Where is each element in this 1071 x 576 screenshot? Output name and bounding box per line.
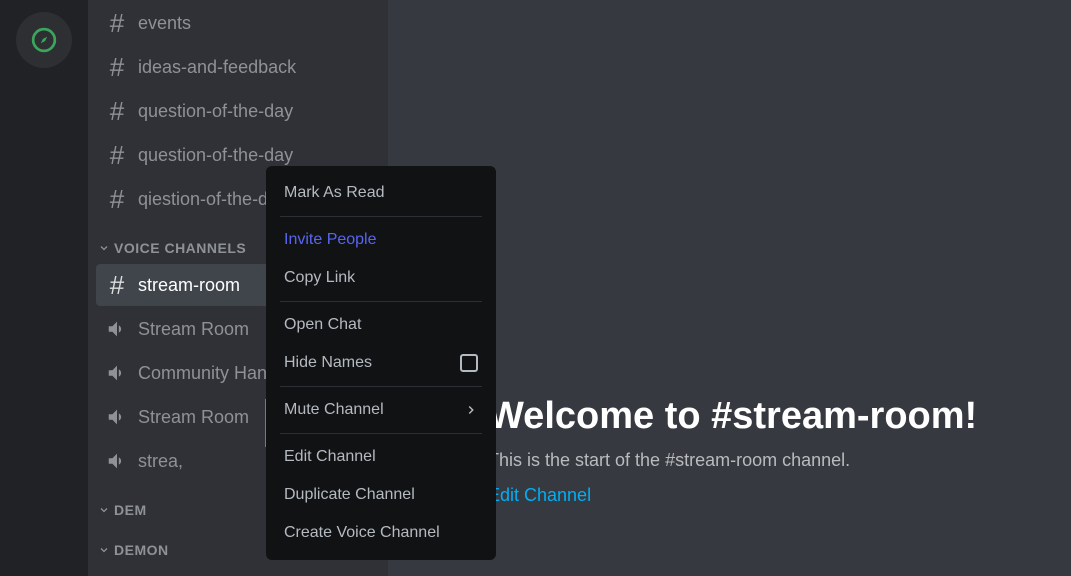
- speaker-icon: [106, 450, 128, 472]
- menu-label: Duplicate Channel: [284, 486, 415, 504]
- chevron-down-icon: [98, 544, 110, 556]
- compass-icon: [31, 27, 57, 53]
- text-channel-item[interactable]: # ideas-and-feedback: [96, 46, 380, 88]
- menu-divider: [280, 386, 482, 387]
- text-channel-item[interactable]: # question-of-the-day: [96, 90, 380, 132]
- menu-label: Mark As Read: [284, 184, 384, 202]
- menu-label: Invite People: [284, 231, 377, 249]
- menu-divider: [280, 301, 482, 302]
- hash-icon: #: [106, 184, 128, 215]
- menu-label: Open Chat: [284, 316, 361, 334]
- hash-icon: #: [106, 8, 128, 39]
- menu-duplicate-channel[interactable]: Duplicate Channel: [274, 476, 488, 514]
- menu-label: Copy Link: [284, 269, 355, 287]
- hash-icon: #: [106, 270, 128, 301]
- hash-icon: #: [106, 96, 128, 127]
- checkbox-icon: [460, 354, 478, 372]
- edit-channel-link[interactable]: Edit Channel: [488, 485, 1051, 506]
- menu-copy-link[interactable]: Copy Link: [274, 259, 488, 297]
- channel-label: Stream Room: [138, 319, 249, 340]
- channel-label: qiestion-of-the-day: [138, 189, 287, 210]
- menu-label: Create Voice Channel: [284, 524, 440, 542]
- speaker-icon: [106, 318, 128, 340]
- hash-icon: #: [106, 52, 128, 83]
- channel-label: events: [138, 13, 191, 34]
- menu-create-voice-channel[interactable]: Create Voice Channel: [274, 514, 488, 552]
- category-label: DEM: [114, 502, 147, 518]
- explore-server-icon[interactable]: [16, 12, 72, 68]
- menu-mark-as-read[interactable]: Mark As Read: [274, 174, 488, 212]
- category-label: VOICE CHANNELS: [114, 240, 246, 256]
- hash-icon: #: [106, 140, 128, 171]
- welcome-subtitle: This is the start of the #stream-room ch…: [488, 450, 1051, 471]
- category-label: DEMON: [114, 542, 169, 558]
- channel-context-menu: Mark As Read Invite People Copy Link Ope…: [266, 166, 496, 560]
- menu-label: Mute Channel: [284, 401, 384, 419]
- menu-hide-names[interactable]: Hide Names: [274, 344, 488, 382]
- channel-label: stream-room: [138, 275, 240, 296]
- channel-label: ideas-and-feedback: [138, 57, 296, 78]
- speaker-icon: [106, 362, 128, 384]
- menu-label: Hide Names: [284, 354, 372, 372]
- channel-label: question-of-the-day: [138, 101, 293, 122]
- menu-divider: [280, 433, 482, 434]
- menu-mute-channel[interactable]: Mute Channel: [274, 391, 488, 429]
- speaker-icon: [106, 406, 128, 428]
- menu-invite-people[interactable]: Invite People: [274, 221, 488, 259]
- menu-open-chat[interactable]: Open Chat: [274, 306, 488, 344]
- menu-edit-channel[interactable]: Edit Channel: [274, 438, 488, 476]
- channel-label: strea,: [138, 451, 183, 472]
- chevron-down-icon: [98, 504, 110, 516]
- channel-label: Stream Room: [138, 407, 249, 428]
- welcome-title: Welcome to #stream-room!: [488, 395, 1051, 438]
- server-bar: [0, 0, 88, 576]
- channel-label: question-of-the-day: [138, 145, 293, 166]
- menu-label: Edit Channel: [284, 448, 376, 466]
- welcome-block: Welcome to #stream-room! This is the sta…: [488, 395, 1051, 506]
- menu-divider: [280, 216, 482, 217]
- chevron-right-icon: [464, 403, 478, 417]
- text-channel-item[interactable]: # events: [96, 2, 380, 44]
- chevron-down-icon: [98, 242, 110, 254]
